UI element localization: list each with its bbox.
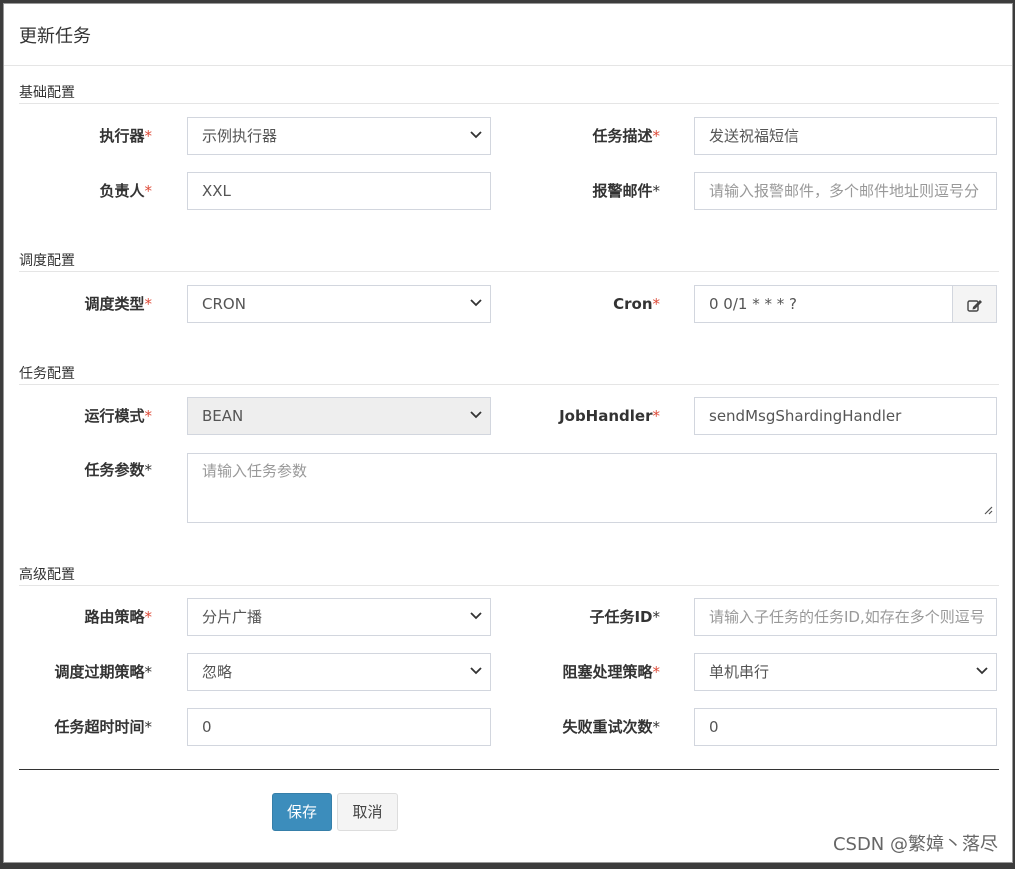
watermark: CSDN @繁嫜丶落尽 (832, 834, 998, 855)
route-strategy-select[interactable]: 分片广播 (187, 598, 491, 636)
author-input[interactable]: XXL (187, 172, 491, 210)
resize-handle-icon[interactable] (983, 501, 993, 519)
misfire-strategy-label: 调度过期策略* (54, 663, 152, 681)
timeout-label: 任务超时时间* (54, 718, 152, 736)
chevron-down-icon (976, 665, 988, 675)
chevron-down-icon (470, 610, 482, 620)
chevron-down-icon (470, 129, 482, 139)
block-strategy-select[interactable]: 单机串行 (694, 653, 997, 691)
executor-select[interactable]: 示例执行器 (187, 117, 491, 155)
cron-edit-button[interactable] (952, 285, 997, 323)
route-strategy-label: 路由策略* (84, 608, 152, 626)
job-handler-input[interactable]: sendMsgShardingHandler (694, 397, 997, 435)
job-desc-input[interactable]: 发送祝福短信 (694, 117, 997, 155)
chevron-down-icon (470, 297, 482, 307)
schedule-type-label: 调度类型* (84, 295, 152, 313)
alarm-email-input[interactable]: 请输入报警邮件，多个邮件地址则逗号分 (694, 172, 997, 210)
job-desc-label: 任务描述* (592, 127, 660, 145)
save-button[interactable]: 保存 (272, 793, 332, 831)
timeout-input[interactable]: 0 (187, 708, 491, 746)
glue-type-label: 运行模式* (84, 407, 152, 425)
executor-label: 执行器* (99, 127, 152, 145)
modal-title: 更新任务 (4, 4, 1012, 66)
child-job-id-label: 子任务ID* (589, 608, 660, 626)
job-param-textarea[interactable]: 请输入任务参数 (187, 453, 997, 523)
block-strategy-label: 阻塞处理策略* (562, 663, 660, 681)
schedule-type-select[interactable]: CRON (187, 285, 491, 323)
child-job-id-input[interactable]: 请输入子任务的任务ID,如存在多个则逗号 (694, 598, 997, 636)
job-handler-label: JobHandler* (559, 407, 660, 425)
edit-icon (967, 297, 983, 316)
section-schedule: 调度配置 (19, 250, 999, 272)
author-label: 负责人* (99, 182, 152, 200)
fail-retry-label: 失败重试次数* (562, 718, 660, 736)
alarm-email-label: 报警邮件* (592, 182, 660, 200)
chevron-down-icon (470, 665, 482, 675)
cancel-button[interactable]: 取消 (337, 793, 398, 831)
footer-divider (19, 769, 999, 770)
fail-retry-input[interactable]: 0 (694, 708, 997, 746)
chevron-down-icon (470, 409, 482, 419)
glue-type-select: BEAN (187, 397, 491, 435)
job-param-label: 任务参数* (84, 461, 152, 479)
cron-input[interactable]: 0 0/1 * * * ? (694, 285, 953, 323)
section-task: 任务配置 (19, 363, 999, 385)
misfire-strategy-select[interactable]: 忽略 (187, 653, 491, 691)
section-basic: 基础配置 (19, 82, 999, 104)
cron-label: Cron* (613, 295, 660, 313)
update-task-modal: 更新任务 基础配置 执行器* 示例执行器 任务描述* 发送祝福短信 负责人* X… (3, 3, 1013, 863)
section-advanced: 高级配置 (19, 564, 999, 586)
